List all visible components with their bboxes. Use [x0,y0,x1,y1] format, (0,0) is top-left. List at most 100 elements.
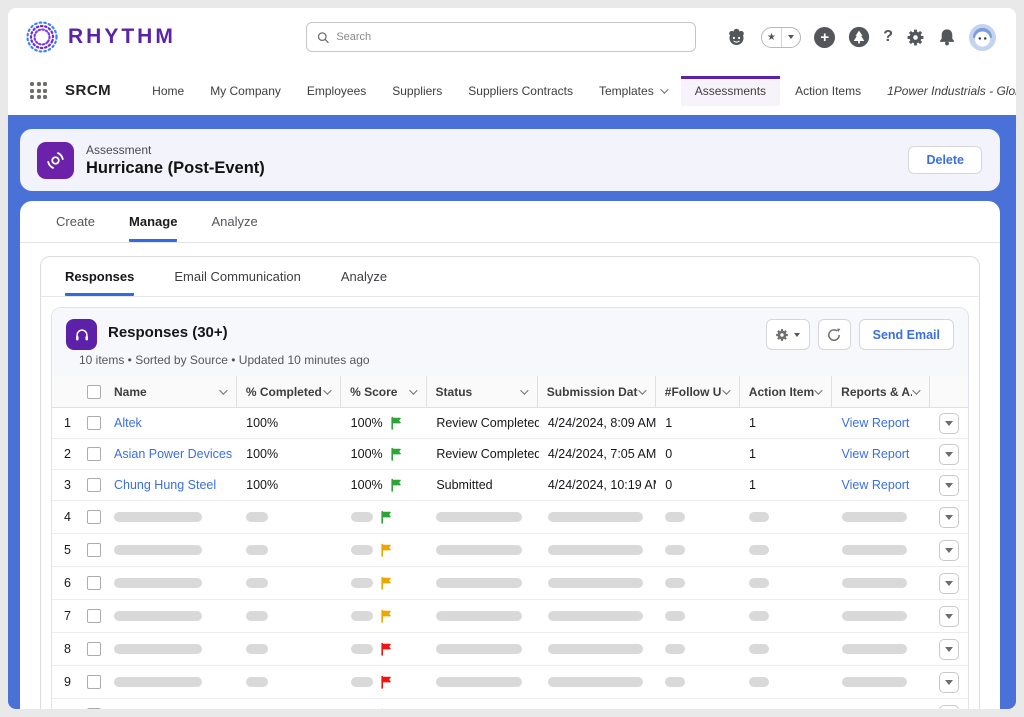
cell-completed: 100% [237,416,342,430]
row-checkbox[interactable] [87,675,101,689]
row-actions-button[interactable] [939,475,959,496]
einstein-icon[interactable] [725,26,748,48]
send-email-button[interactable]: Send Email [859,319,954,350]
column-header-reports[interactable]: Reports & A... [832,376,930,407]
view-report-link[interactable]: View Report [842,478,910,492]
cell-row-actions [930,444,968,465]
caret-down-icon [945,680,953,685]
cell-score [342,708,428,709]
row-checkbox[interactable] [87,642,101,656]
skeleton-bar [114,512,202,522]
refresh-button[interactable] [818,319,851,350]
global-search[interactable] [306,22,696,52]
caret-down-icon [945,483,953,488]
row-actions-button[interactable] [939,672,959,693]
select-all-checkbox[interactable] [87,385,101,399]
cell-score [342,642,428,656]
nav-item-employees[interactable]: Employees [307,76,366,106]
cell-follow-ups: 1 [656,416,740,430]
column-header-status[interactable]: Status [427,376,538,407]
nav-item-my-company[interactable]: My Company [210,76,281,106]
row-actions-button[interactable] [939,573,959,594]
supplier-link[interactable]: Chung Hung Steel [114,478,216,492]
row-actions-button[interactable] [939,606,959,627]
cell-status [427,545,539,555]
skeleton-bar [548,644,643,654]
nav-item-suppliers[interactable]: Suppliers [392,76,442,106]
row-number: 2 [64,447,79,461]
supplier-link[interactable]: Asian Power Devices [114,447,232,461]
row-checkbox[interactable] [87,609,101,623]
tab-analyze[interactable]: Analyze [211,214,257,242]
cell-row-actions [930,573,968,594]
subtab-analyze[interactable]: Analyze [341,269,387,296]
row-checkbox[interactable] [87,708,101,709]
nav-item-action-items[interactable]: Action Items [795,76,861,106]
nav-item-suppliers-contracts[interactable]: Suppliers Contracts [468,76,573,106]
row-checkbox[interactable] [87,416,101,430]
row-checkbox[interactable] [87,478,101,492]
table-header-row: Name % Completed % Score Status Submissi… [52,376,968,408]
chevron-down-icon [323,386,331,394]
main-card: Create Manage Analyze Responses Email Co… [20,201,1000,709]
nav-item-home[interactable]: Home [152,76,184,106]
column-header-score[interactable]: % Score [341,376,426,407]
row-actions-button[interactable] [939,705,959,710]
setup-gear-icon[interactable] [906,28,925,47]
delete-button[interactable]: Delete [908,146,982,174]
cell-score [342,675,428,689]
view-report-link[interactable]: View Report [842,447,910,461]
rhythm-logo[interactable]: RHYTHM [24,19,176,55]
help-icon[interactable]: ? [883,28,893,46]
table-row: 1 Altek 100% 100% Review Completed 4/24/… [52,408,968,439]
row-actions-button[interactable] [939,540,959,561]
tab-create[interactable]: Create [56,214,95,242]
skeleton-bar [436,578,522,588]
row-number: 7 [64,609,79,623]
column-header-action-item[interactable]: Action Item [740,376,832,407]
nav-item-templates[interactable]: Templates [599,76,666,106]
table-body: 1 Altek 100% 100% Review Completed 4/24/… [52,408,968,709]
skeleton-bar [351,644,373,654]
app-launcher-icon[interactable] [30,82,47,99]
column-header-submission-date[interactable]: Submission Date [538,376,656,407]
user-avatar[interactable] [969,24,996,51]
list-settings-button[interactable] [766,319,810,350]
subtab-email-communication[interactable]: Email Communication [174,269,300,296]
row-checkbox[interactable] [87,543,101,557]
supplier-link[interactable]: Altek [114,416,142,430]
score-flag-icon [379,675,393,689]
chevron-down-icon [520,386,528,394]
subtab-responses[interactable]: Responses [65,269,134,296]
view-report-link[interactable]: View Report [842,416,910,430]
row-actions-button[interactable] [939,413,959,434]
favorite-star-icon[interactable]: ★ [762,28,781,47]
favorites-dropdown-icon[interactable] [781,28,801,47]
column-header-completed[interactable]: % Completed [237,376,341,407]
cell-submission-date [539,545,656,555]
search-input[interactable] [336,31,685,43]
table-row: 7 [52,600,968,633]
row-checkbox[interactable] [87,576,101,590]
row-actions-button[interactable] [939,507,959,528]
row-number: 5 [64,543,79,557]
cell-submission-date [539,512,656,522]
notifications-bell-icon[interactable] [938,28,956,46]
skeleton-bar [114,677,202,687]
global-add-icon[interactable]: + [814,27,835,48]
column-header-name[interactable]: Name [52,376,237,407]
row-actions-button[interactable] [939,639,959,660]
tab-manage[interactable]: Manage [129,214,177,242]
favorites-control[interactable]: ★ [761,27,801,48]
column-header-follow-ups[interactable]: #Follow U... [656,376,740,407]
row-actions-button[interactable] [939,444,959,465]
skeleton-bar [842,611,907,621]
nav-item-record[interactable]: 1Power Industrials - Globa... [887,76,1016,106]
cell-action-item [740,644,833,654]
row-checkbox[interactable] [87,447,101,461]
guidance-center-icon[interactable] [848,26,870,48]
row-checkbox[interactable] [87,510,101,524]
cell-completed: 100% [237,478,342,492]
skeleton-bar [665,644,685,654]
nav-item-assessments[interactable]: Assessments [681,76,780,106]
